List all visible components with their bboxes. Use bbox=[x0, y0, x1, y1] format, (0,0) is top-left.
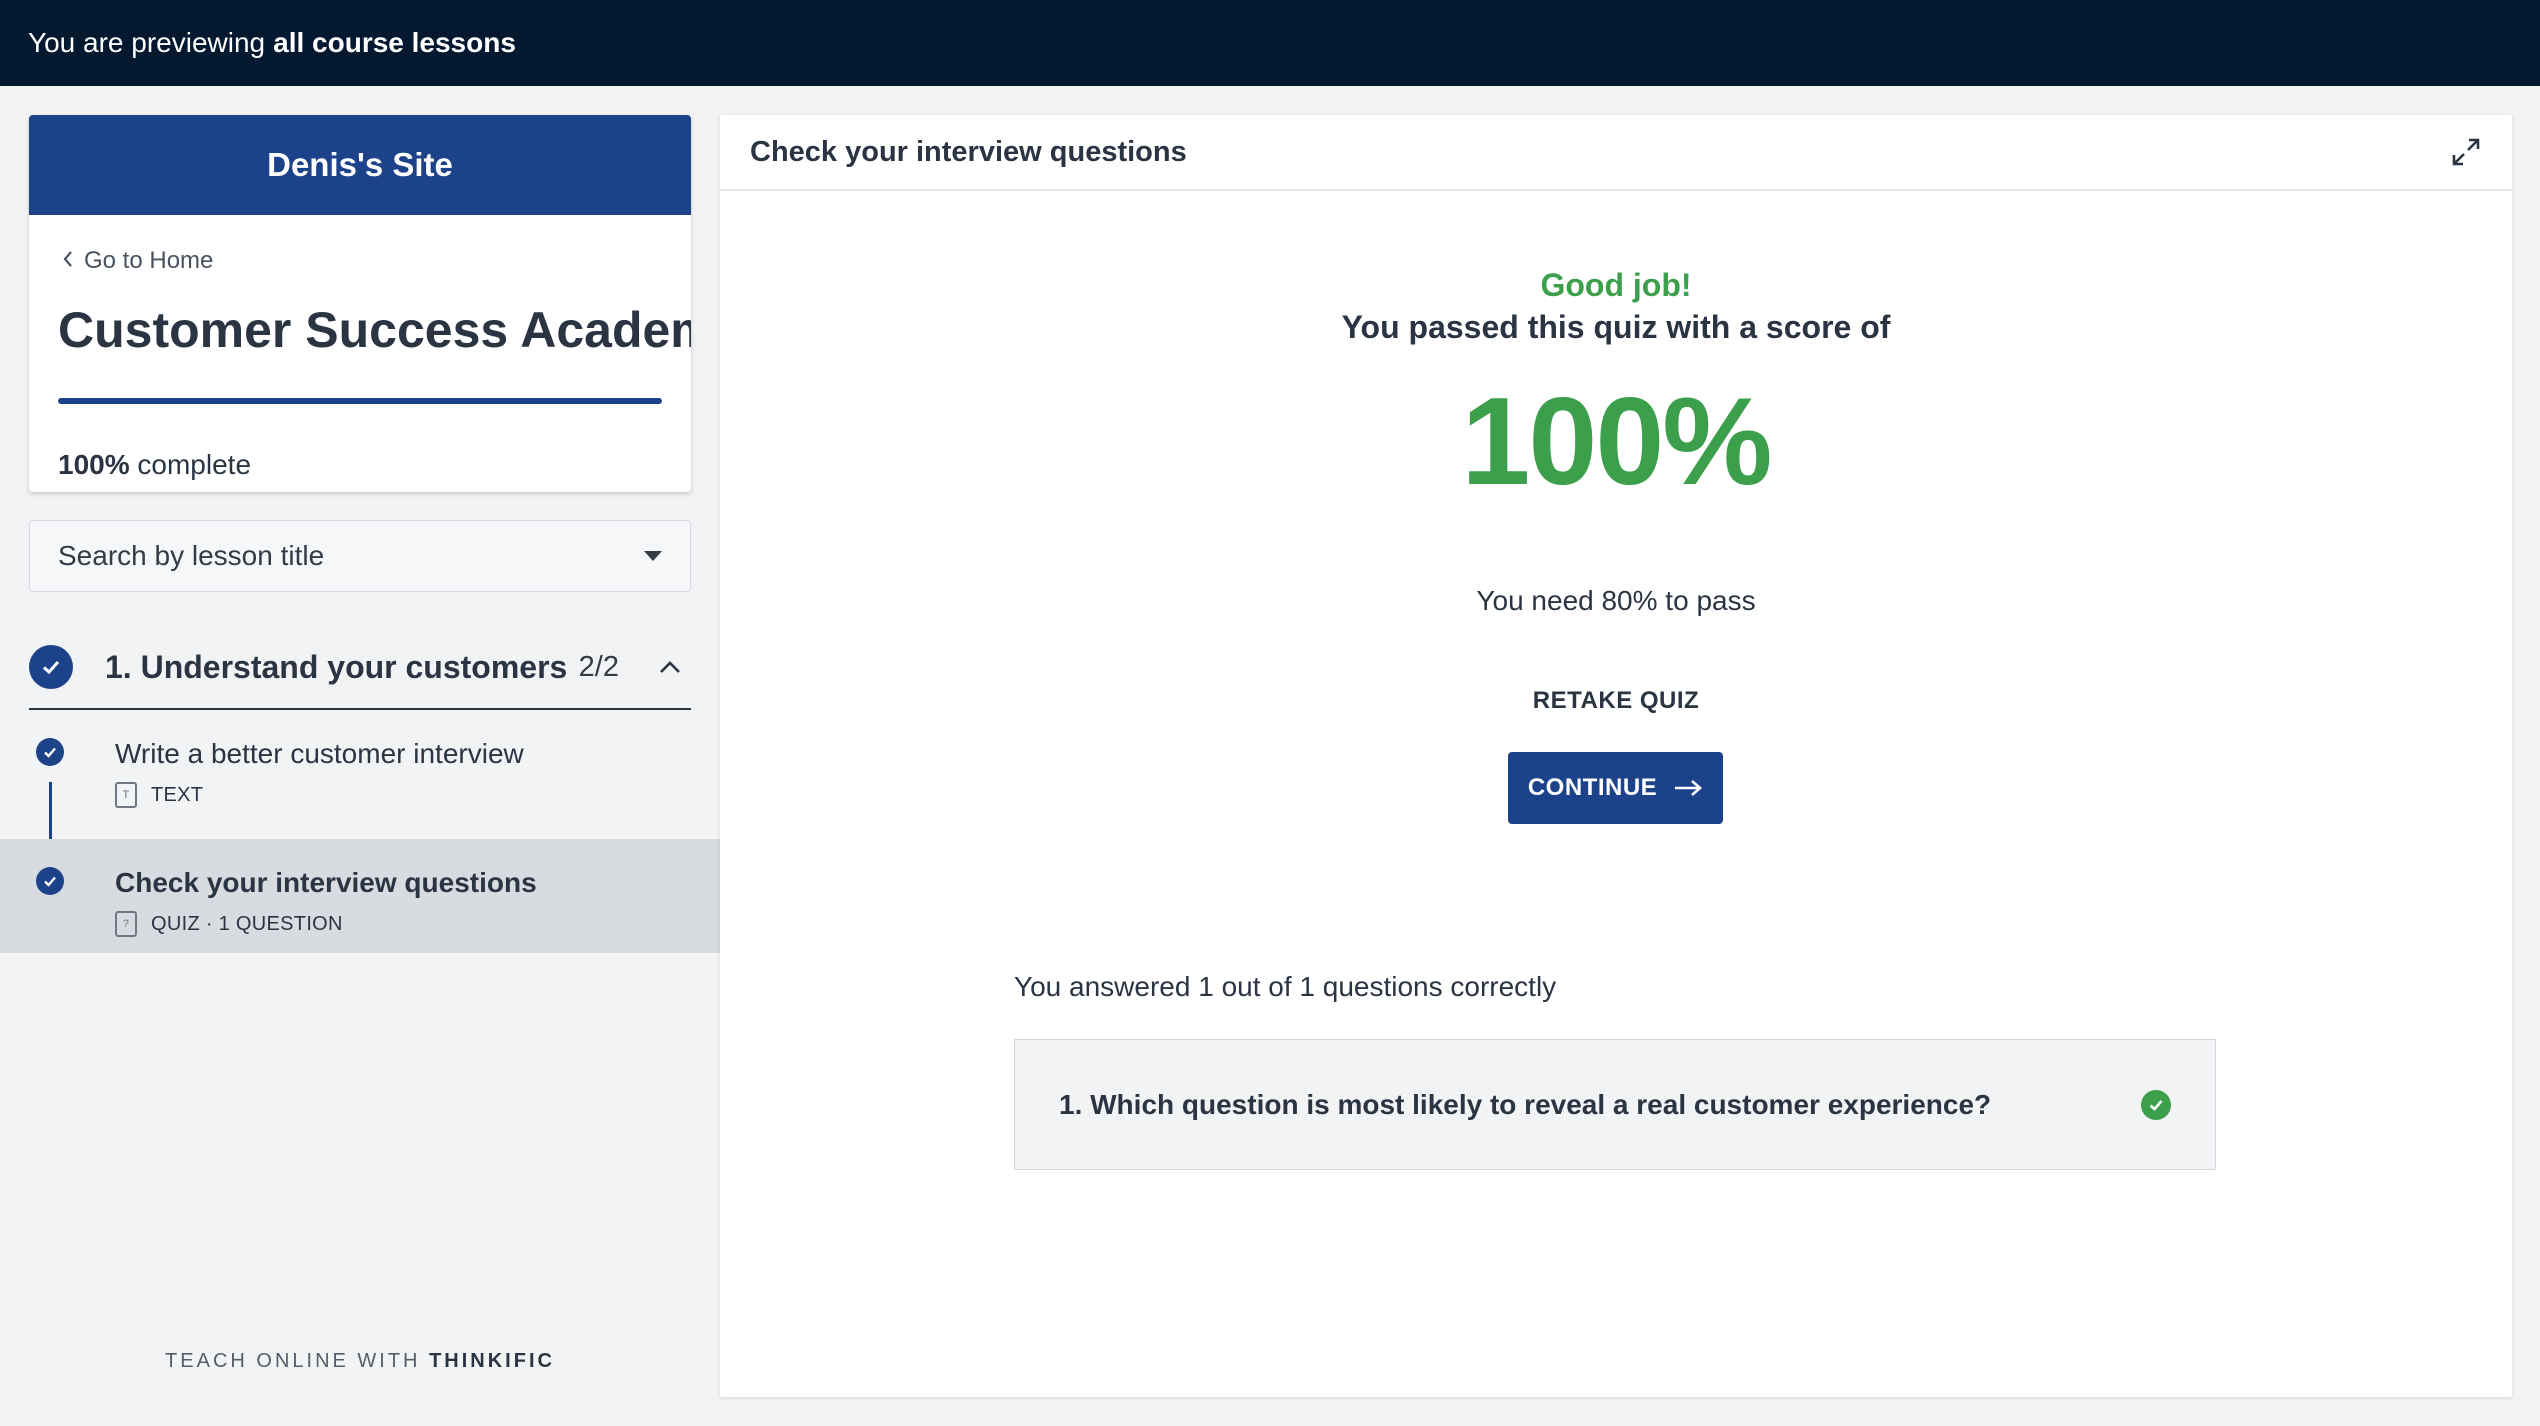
lesson-search-placeholder: Search by lesson title bbox=[58, 540, 325, 571]
text-lesson-icon: T bbox=[115, 782, 137, 808]
chapter-count: 2/2 bbox=[578, 650, 619, 683]
lesson-content-panel: Check your interview questions Good job!… bbox=[720, 115, 2512, 1397]
lesson-header: Check your interview questions bbox=[720, 115, 2512, 191]
preview-banner-prefix: You are previewing bbox=[28, 27, 266, 58]
quiz-lesson-icon: ? bbox=[115, 911, 137, 937]
question-result-row[interactable]: 1. Which question is most likely to reve… bbox=[1014, 1039, 2216, 1170]
pass-requirement: You need 80% to pass bbox=[1476, 585, 1756, 616]
chapter-header[interactable]: 1. Understand your customers 2/2 bbox=[29, 626, 691, 710]
question-text: 1. Which question is most likely to reve… bbox=[1059, 1088, 1992, 1120]
lesson-meta: ? QUIZ · 1 QUESTION bbox=[115, 911, 343, 937]
continue-button[interactable]: CONTINUE bbox=[1508, 752, 1723, 824]
continue-label: CONTINUE bbox=[1527, 774, 1658, 801]
expand-icon[interactable] bbox=[2450, 136, 2482, 168]
thinkific-footer-link[interactable]: TEACH ONLINE WITH THINKIFIC bbox=[0, 1350, 720, 1373]
result-subline: You passed this quiz with a score of bbox=[1341, 309, 1891, 345]
chapter-complete-check-icon bbox=[29, 645, 73, 689]
site-name[interactable]: Denis's Site bbox=[29, 115, 691, 215]
lesson-complete-check-icon bbox=[36, 867, 64, 895]
progress-suffix: complete bbox=[137, 449, 252, 480]
lesson-title: Write a better customer interview bbox=[115, 738, 524, 769]
course-sidebar: Denis's Site Go to Home Customer Success… bbox=[0, 86, 720, 1426]
go-home-label: Go to Home bbox=[84, 247, 214, 274]
go-home-link[interactable]: Go to Home bbox=[62, 247, 213, 275]
correct-check-icon bbox=[2141, 1089, 2171, 1120]
course-progress-fill bbox=[58, 398, 662, 404]
caret-down-icon bbox=[644, 551, 662, 561]
course-card: Denis's Site Go to Home Customer Success… bbox=[29, 115, 691, 492]
lesson-meta: T TEXT bbox=[115, 782, 203, 808]
lesson-header-title: Check your interview questions bbox=[750, 135, 1187, 168]
footer-brand: THINKIFIC bbox=[429, 1350, 555, 1372]
lesson-complete-check-icon bbox=[36, 738, 64, 766]
lesson-type: TEXT bbox=[151, 783, 204, 806]
progress-percent: 100% bbox=[58, 449, 130, 480]
course-title: Customer Success Academy bbox=[58, 302, 691, 358]
lesson-item[interactable]: Write a better customer interview T TEXT bbox=[0, 710, 720, 824]
answer-summary: You answered 1 out of 1 questions correc… bbox=[1014, 971, 1557, 1002]
preview-banner-emphasis: all course lessons bbox=[273, 27, 516, 58]
footer-prefix: TEACH ONLINE WITH bbox=[165, 1350, 421, 1372]
arrow-right-icon bbox=[1675, 780, 1703, 796]
result-headline: Good job! bbox=[1540, 267, 1692, 303]
chapter-title: 1. Understand your customers bbox=[105, 648, 568, 685]
lesson-type: QUIZ · 1 QUESTION bbox=[151, 912, 343, 935]
lesson-title: Check your interview questions bbox=[115, 867, 537, 898]
chevron-up-icon[interactable] bbox=[659, 660, 681, 674]
course-progress-bar bbox=[58, 398, 662, 404]
lesson-item-active[interactable]: Check your interview questions ? QUIZ · … bbox=[0, 839, 720, 953]
quiz-score: 100% bbox=[1461, 373, 1772, 511]
course-progress-text: 100% complete bbox=[58, 449, 251, 481]
retake-quiz-button[interactable]: RETAKE QUIZ bbox=[1533, 687, 1699, 715]
preview-banner: You are previewing all course lessons bbox=[0, 0, 2540, 86]
chevron-left-icon bbox=[62, 248, 74, 274]
lesson-search-select[interactable]: Search by lesson title bbox=[29, 520, 691, 592]
